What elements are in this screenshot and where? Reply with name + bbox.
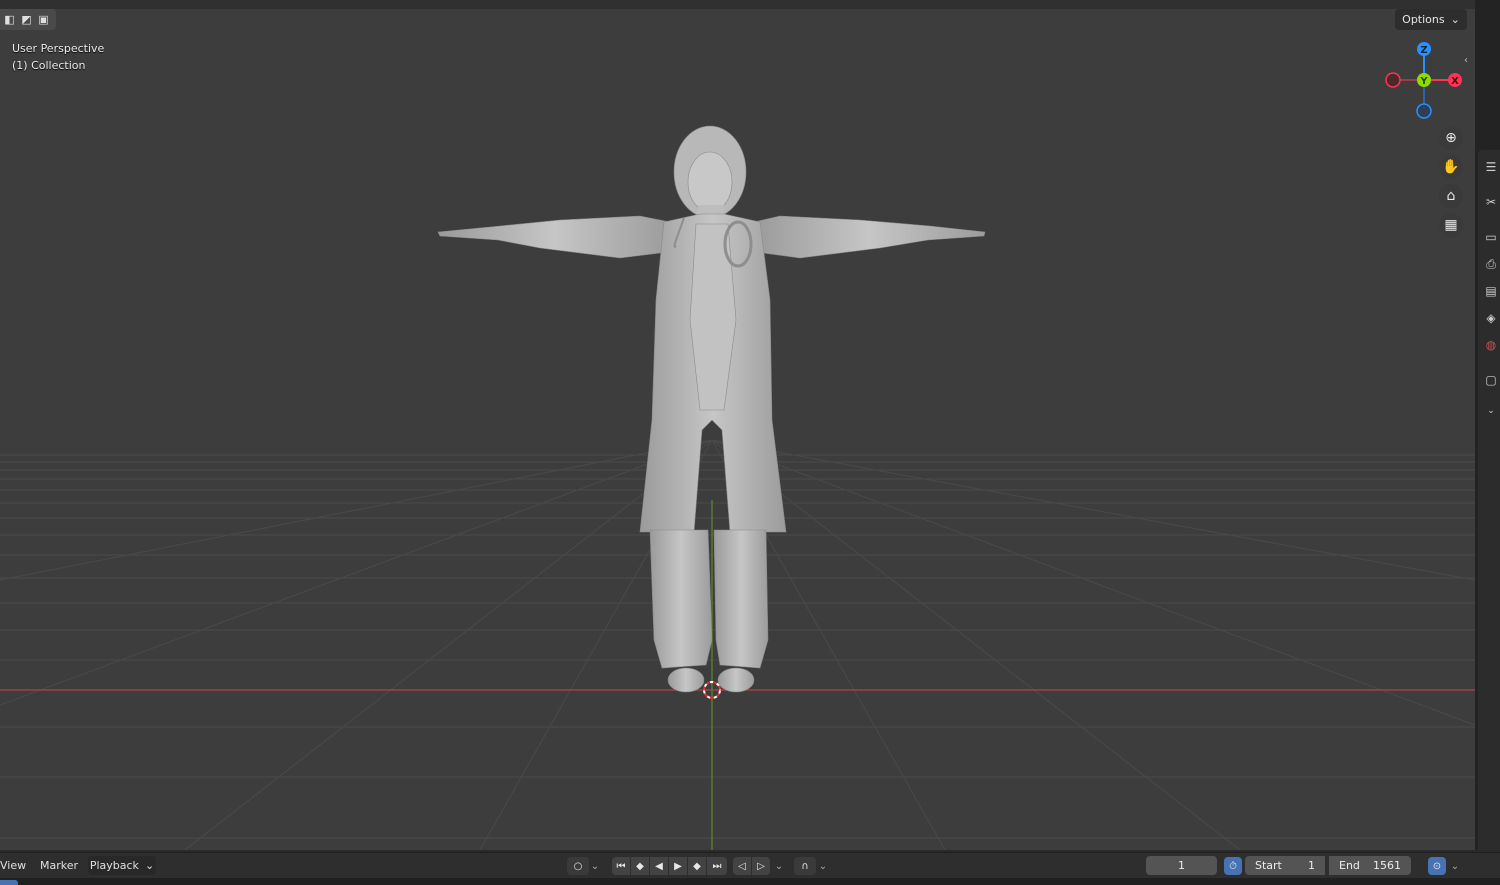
current-frame-value: 1	[1178, 859, 1185, 872]
y-axis-label: Y	[1419, 76, 1428, 87]
chevron-down-icon: ⌄	[1450, 13, 1460, 26]
chevron-down-icon[interactable]: ⌄	[1482, 402, 1500, 420]
zoom-icon[interactable]: ⊕	[1439, 126, 1463, 150]
scene-icon[interactable]: ◈	[1482, 309, 1500, 327]
header-strip	[0, 0, 1475, 9]
end-frame-field[interactable]: End 1561	[1329, 856, 1411, 875]
3d-viewport[interactable]	[0, 0, 1475, 850]
jump-start-icon[interactable]: ⏮	[612, 857, 630, 875]
playback-label: Playback	[89, 859, 139, 872]
play-icon[interactable]: ▶	[669, 857, 687, 875]
grid-ortho-icon[interactable]: ▦	[1439, 213, 1463, 237]
viewport-info: User Perspective (1) Collection	[12, 40, 104, 74]
chevron-down-icon: ⌄	[144, 859, 155, 872]
next-frame-icon[interactable]: ▷	[752, 857, 770, 875]
camera-icon[interactable]: ⌂	[1439, 184, 1463, 208]
options-label: Options	[1402, 13, 1445, 26]
pan-hand-icon[interactable]: ✋	[1439, 155, 1463, 179]
viewport-scene	[0, 125, 1475, 850]
jump-end-icon[interactable]: ⏭	[707, 857, 727, 875]
output-icon[interactable]: ⎙	[1482, 255, 1500, 273]
chevron-down-icon[interactable]: ⌄	[816, 857, 830, 875]
select-extend-icon[interactable]: ◩	[19, 13, 34, 26]
preview-range-icon[interactable]: ⏱	[1224, 857, 1242, 875]
chevron-down-icon[interactable]: ⌄	[772, 857, 786, 875]
tool-icon[interactable]: ✂	[1482, 193, 1500, 211]
collection-label: (1) Collection	[12, 59, 86, 72]
options-dropdown[interactable]: Options ⌄	[1395, 9, 1467, 30]
end-label: End	[1339, 859, 1360, 872]
x-axis-label: X	[1451, 76, 1459, 87]
keying-icon[interactable]: ○	[567, 857, 589, 875]
snapping-icon[interactable]: ⊙	[1428, 857, 1446, 875]
view-layer-icon[interactable]: ▤	[1482, 282, 1500, 300]
chevron-down-icon[interactable]: ⌄	[589, 857, 601, 875]
start-frame-field[interactable]: Start 1	[1245, 856, 1325, 875]
select-new-icon[interactable]: ◧	[2, 13, 17, 26]
progress-indicator	[0, 880, 18, 885]
menu-marker[interactable]: Marker	[40, 859, 78, 872]
playback-dropdown[interactable]: Playback ⌄	[88, 856, 156, 875]
z-axis-label: Z	[1420, 45, 1427, 56]
view-perspective-label: User Perspective	[12, 42, 105, 55]
jump-keyframe-back-icon[interactable]: ◆	[631, 857, 649, 875]
jump-keyframe-forward-icon[interactable]: ◆	[688, 857, 706, 875]
render-icon[interactable]: ▭	[1482, 228, 1500, 246]
select-subtract-icon[interactable]: ▣	[36, 13, 51, 26]
navigation-gizmo[interactable]: Z X Y	[1380, 38, 1470, 124]
collection-icon[interactable]: ▢	[1482, 371, 1500, 389]
menu-view[interactable]: View	[0, 859, 26, 872]
timeline-header: View Marker Playback ⌄ ○ ⌄ ⏮ ◆ ◀ ▶ ◆ ⏭ ◁…	[0, 852, 1500, 879]
previous-frame-icon[interactable]: ◁	[733, 857, 751, 875]
status-bar	[0, 878, 1500, 885]
auto-key-icon[interactable]: ∩	[794, 857, 816, 875]
current-frame-field[interactable]: 1	[1146, 856, 1217, 875]
select-mode-buttons[interactable]: ◧ ◩ ▣	[0, 9, 56, 30]
start-label: Start	[1255, 859, 1282, 872]
outliner-icon[interactable]: ☰	[1482, 158, 1500, 176]
start-value: 1	[1308, 859, 1315, 872]
world-icon[interactable]: ◍	[1482, 336, 1500, 354]
play-reverse-icon[interactable]: ◀	[650, 857, 668, 875]
chevron-down-icon[interactable]: ⌄	[1448, 857, 1462, 875]
end-value: 1561	[1373, 859, 1401, 872]
